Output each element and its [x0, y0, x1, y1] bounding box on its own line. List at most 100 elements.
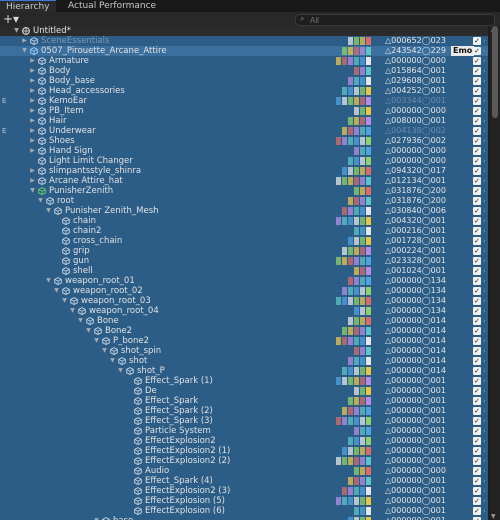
active-checkbox[interactable]: ✓ — [473, 87, 481, 95]
active-checkbox[interactable]: ✓ — [473, 47, 481, 55]
active-checkbox[interactable]: ✓ — [473, 337, 481, 345]
active-checkbox[interactable]: ✓ — [473, 147, 481, 155]
tree-row[interactable]: ▼ weapon_root_02 △000000◯134 ✓ › — [0, 286, 488, 296]
active-checkbox[interactable]: ✓ — [473, 377, 481, 385]
active-checkbox[interactable]: ✓ — [473, 137, 481, 145]
active-checkbox[interactable]: ✓ — [473, 467, 481, 475]
chevron-right-icon[interactable]: › — [483, 256, 486, 266]
chevron-right-icon[interactable]: › — [483, 206, 486, 216]
tree-row[interactable]: Audio △000000◯000 ✓ › — [0, 466, 488, 476]
active-checkbox[interactable]: ✓ — [473, 477, 481, 485]
chevron-right-icon[interactable]: › — [483, 366, 486, 376]
active-checkbox[interactable]: ✓ — [473, 277, 481, 285]
tree-row[interactable]: ▶ SceneEssentials △000652◯023 ✓ › — [0, 36, 488, 46]
tree-row[interactable]: ▶ Armature △000000◯000 ✓ › — [0, 56, 488, 66]
tab-actual-performance[interactable]: Actual Performance — [62, 0, 162, 12]
chevron-right-icon[interactable]: › — [483, 506, 486, 516]
tree-row[interactable]: Effect_Spark (3) △000000◯001 ✓ › — [0, 416, 488, 426]
chevron-right-icon[interactable]: › — [483, 86, 486, 96]
tree-row[interactable]: ▶ PB_Item △000000◯000 ✓ › — [0, 106, 488, 116]
active-checkbox[interactable]: ✓ — [473, 197, 481, 205]
chevron-right-icon[interactable]: › — [483, 96, 486, 106]
chevron-right-icon[interactable]: › — [483, 296, 486, 306]
active-checkbox[interactable]: ✓ — [473, 417, 481, 425]
vertical-scrollbar[interactable]: ▲ ▼ — [490, 26, 500, 520]
chevron-right-icon[interactable]: › — [483, 336, 486, 346]
tree-row[interactable]: shell △001024◯001 ✓ › — [0, 266, 488, 276]
tree-row[interactable]: chain2 △000216◯001 ✓ › — [0, 226, 488, 236]
active-checkbox[interactable]: ✓ — [473, 307, 481, 315]
active-checkbox[interactable]: ✓ — [473, 157, 481, 165]
chevron-right-icon[interactable]: › — [483, 276, 486, 286]
active-checkbox[interactable]: ✓ — [473, 107, 481, 115]
chevron-right-icon[interactable]: › — [483, 466, 486, 476]
tree-row[interactable]: Light Limit Changer △000000◯000 ✓ › — [0, 156, 488, 166]
chevron-right-icon[interactable]: › — [483, 496, 486, 506]
chevron-right-icon[interactable]: › — [483, 216, 486, 226]
active-checkbox[interactable]: ✓ — [473, 347, 481, 355]
chevron-right-icon[interactable]: › — [483, 286, 486, 296]
chevron-right-icon[interactable]: › — [483, 456, 486, 466]
chevron-right-icon[interactable]: › — [483, 246, 486, 256]
tree-row[interactable]: E ▶ Underwear △004138◯002 ✓ › — [0, 126, 488, 136]
active-checkbox[interactable]: ✓ — [473, 407, 481, 415]
chevron-right-icon[interactable]: › — [483, 116, 486, 126]
tree-row[interactable]: ▼ shot △000000◯014 ✓ › — [0, 356, 488, 366]
tree-row[interactable]: ▼ shot_spin △000000◯014 ✓ › — [0, 346, 488, 356]
expanded-arrow-icon[interactable]: ▼ — [13, 26, 20, 36]
tree-row[interactable]: grip △000224◯001 ✓ › — [0, 246, 488, 256]
chevron-right-icon[interactable]: › — [483, 386, 486, 396]
tree-row[interactable]: ▼ shot_P △000000◯014 ✓ › — [0, 366, 488, 376]
tree-row[interactable]: EffectExplosion2 △000000◯001 ✓ › — [0, 436, 488, 446]
chevron-right-icon[interactable]: › — [483, 106, 486, 116]
tree-row[interactable]: ▼ Bone △000000◯014 ✓ › — [0, 316, 488, 326]
tree-row[interactable]: ▼ weapon_root_03 △000000◯134 ✓ › — [0, 296, 488, 306]
collapsed-arrow-icon[interactable]: ▶ — [29, 56, 36, 66]
scroll-down-icon[interactable]: ▼ — [491, 513, 496, 520]
chevron-right-icon[interactable]: › — [483, 56, 486, 66]
tree-row[interactable]: ▼ root △031876◯200 ✓ › — [0, 196, 488, 206]
chevron-right-icon[interactable]: › — [483, 486, 486, 496]
active-checkbox[interactable]: ✓ — [473, 127, 481, 135]
search-input[interactable] — [310, 15, 490, 25]
chevron-right-icon[interactable]: › — [483, 306, 486, 316]
active-checkbox[interactable]: ✓ — [473, 507, 481, 515]
tree-row[interactable]: ▼ 0507_Pirouette_Arcane_Attire △243542◯229… — [0, 46, 488, 56]
emote-badge[interactable]: Emo — [451, 46, 475, 56]
expanded-arrow-icon[interactable]: ▼ — [101, 346, 108, 356]
chevron-right-icon[interactable]: › — [483, 426, 486, 436]
collapsed-arrow-icon[interactable]: ▶ — [29, 96, 36, 106]
expanded-arrow-icon[interactable]: ▼ — [45, 276, 52, 286]
chevron-right-icon[interactable]: › — [483, 36, 486, 46]
active-checkbox[interactable]: ✓ — [473, 367, 481, 375]
chevron-right-icon[interactable]: › — [483, 76, 486, 86]
tree-row[interactable]: ▶ Head_accessories △004252◯001 ✓ › — [0, 86, 488, 96]
tree-row[interactable]: ▼base△000000◯001✓› — [0, 516, 488, 520]
tree-row[interactable]: ▶ Hand Sign △000000◯000 ✓ › — [0, 146, 488, 156]
chevron-right-icon[interactable]: › — [483, 126, 486, 136]
chevron-right-icon[interactable]: › — [483, 326, 486, 336]
collapsed-arrow-icon[interactable]: ▶ — [29, 126, 36, 136]
chevron-right-icon[interactable]: › — [483, 46, 486, 56]
chevron-right-icon[interactable]: › — [483, 446, 486, 456]
tree-row[interactable]: ▼ Bone2 △000000◯014 ✓ › — [0, 326, 488, 336]
tree-row[interactable]: ▼ P_bone2 △000000◯014 ✓ › — [0, 336, 488, 346]
tab-hierarchy[interactable]: Hierarchy — [0, 0, 56, 12]
expanded-arrow-icon[interactable]: ▼ — [85, 326, 92, 336]
tree-row[interactable]: E ▶ KemoEar △003344◯001 ✓ › — [0, 96, 488, 106]
expanded-arrow-icon[interactable]: ▼ — [77, 316, 84, 326]
collapsed-arrow-icon[interactable]: ▶ — [21, 36, 28, 46]
chevron-right-icon[interactable]: › — [483, 516, 486, 520]
expanded-arrow-icon[interactable]: ▼ — [109, 356, 116, 366]
active-checkbox[interactable]: ✓ — [473, 97, 481, 105]
active-checkbox[interactable]: ✓ — [473, 287, 481, 295]
tree-row[interactable]: ▶ slimpantsstyle_shinra △094320◯017 ✓ › — [0, 166, 488, 176]
expanded-arrow-icon[interactable]: ▼ — [93, 516, 100, 520]
tree-row[interactable]: Effect_Spark (1) △000000◯001 ✓ › — [0, 376, 488, 386]
expanded-arrow-icon[interactable]: ▼ — [37, 196, 44, 206]
chevron-right-icon[interactable]: › — [483, 416, 486, 426]
active-checkbox[interactable]: ✓ — [473, 117, 481, 125]
expanded-arrow-icon[interactable]: ▼ — [45, 206, 52, 216]
active-checkbox[interactable]: ✓ — [473, 427, 481, 435]
hierarchy-tree[interactable]: ▼ Untitled* ▶ SceneEssentials △000652◯023 ✓ › ▼… — [0, 26, 488, 520]
